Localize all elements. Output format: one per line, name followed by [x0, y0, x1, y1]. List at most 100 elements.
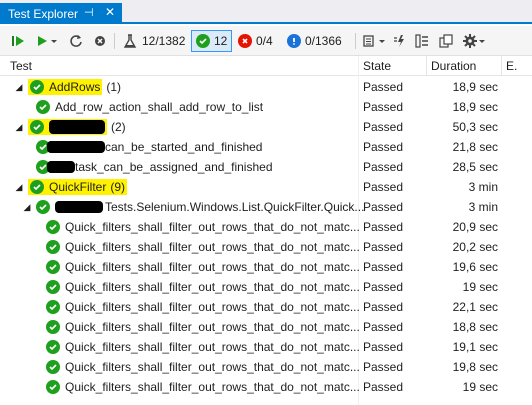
- failed-icon: [238, 34, 252, 48]
- run-all-icon: [10, 33, 26, 49]
- test-name: task_can_be_assigned_and_finished: [75, 160, 273, 174]
- refresh-button[interactable]: [68, 30, 84, 52]
- cancel-run-button[interactable]: [92, 30, 108, 52]
- tab-strip: Test Explorer ⊣ ✕: [0, 0, 532, 24]
- test-duration: 19,1 sec: [452, 340, 498, 354]
- failed-count: 0/4: [256, 34, 273, 48]
- test-name: Quick_filters_shall_filter_out_rows_that…: [65, 240, 360, 254]
- tree-row-test[interactable]: Quick_filters_shall_filter_out_rows_that…: [0, 337, 532, 357]
- column-test[interactable]: Test: [6, 56, 359, 76]
- group-count: (1): [106, 80, 122, 94]
- tree-row-test[interactable]: Quick_filters_shall_filter_out_rows_that…: [0, 237, 532, 257]
- tree-row-test[interactable]: Quick_filters_shall_filter_out_rows_that…: [0, 357, 532, 377]
- test-name: Tests.Selenium.Windows.List.QuickFilter.…: [105, 200, 365, 214]
- tree-row-test[interactable]: Quick_filters_shall_filter_out_rows_that…: [0, 257, 532, 277]
- tree-row-test[interactable]: Quick_filters_shall_filter_out_rows_that…: [0, 297, 532, 317]
- redacted-name: [47, 141, 105, 153]
- test-duration: 3 min: [468, 180, 498, 194]
- test-duration: 50,3 sec: [452, 120, 498, 134]
- tree-row-test[interactable]: Quick_filters_shall_filter_out_rows_that…: [0, 377, 532, 397]
- expand-arrow-icon[interactable]: ◢: [22, 202, 32, 213]
- test-state: Passed: [363, 340, 404, 354]
- play-icon: [34, 33, 50, 49]
- test-duration: 22,1 sec: [452, 300, 498, 314]
- pin-icon[interactable]: ⊣: [84, 6, 94, 19]
- tree-row-test[interactable]: Add_row_action_shall_add_row_to_list Pas…: [0, 97, 532, 117]
- tree-row-quickfilter[interactable]: ◢ QuickFilter (9) Passed 3 min: [0, 177, 532, 197]
- playlist-button[interactable]: [362, 30, 386, 52]
- copy-button[interactable]: [438, 30, 454, 52]
- test-duration: 21,8 sec: [452, 140, 498, 154]
- test-state: Passed: [363, 120, 404, 134]
- lightning-icon: [392, 33, 408, 49]
- all-tests-filter-button[interactable]: 12/1382: [122, 30, 185, 52]
- test-name: Quick_filters_shall_filter_out_rows_that…: [65, 360, 360, 374]
- dropdown-arrow-icon: [378, 33, 386, 49]
- not-run-filter-button[interactable]: 0/1366: [287, 30, 342, 52]
- passed-icon: [36, 200, 50, 214]
- expand-arrow-icon[interactable]: ◢: [14, 82, 24, 93]
- column-e[interactable]: E.: [502, 56, 532, 76]
- passed-filter-button[interactable]: 12: [191, 30, 233, 52]
- test-state: Passed: [363, 180, 404, 194]
- passed-icon: [46, 300, 60, 314]
- run-after-build-button[interactable]: [392, 30, 408, 52]
- column-state[interactable]: State: [359, 56, 427, 76]
- expand-arrow-icon[interactable]: ◢: [14, 182, 24, 193]
- not-run-count: 0/1366: [305, 34, 342, 48]
- test-name: Quick_filters_shall_filter_out_rows_that…: [65, 220, 360, 234]
- test-duration: 19 sec: [462, 280, 498, 294]
- run-all-button[interactable]: [10, 30, 26, 52]
- copy-icon: [438, 33, 454, 49]
- dropdown-arrow-icon: [478, 33, 486, 49]
- redacted-name: [55, 201, 103, 213]
- group-count: (9): [110, 180, 126, 194]
- passed-icon: [196, 34, 210, 48]
- tab-title: Test Explorer: [8, 6, 79, 21]
- tree-row-test[interactable]: Quick_filters_shall_filter_out_rows_that…: [0, 217, 532, 237]
- test-state: Passed: [363, 280, 404, 294]
- group-name: QuickFilter: [49, 180, 107, 194]
- passed-icon: [46, 320, 60, 334]
- passed-icon: [46, 340, 60, 354]
- tree-row-test[interactable]: Quick_filters_shall_filter_out_rows_that…: [0, 317, 532, 337]
- tree-row-test[interactable]: task_can_be_assigned_and_finished Passed…: [0, 157, 532, 177]
- group-by-button[interactable]: [414, 30, 430, 52]
- test-state: Passed: [363, 240, 404, 254]
- passed-icon: [30, 80, 44, 94]
- tree-row-addrows[interactable]: ◢ AddRows (1) Passed 18,9 sec: [0, 77, 532, 97]
- tree-row-test[interactable]: Quick_filters_shall_filter_out_rows_that…: [0, 277, 532, 297]
- test-state: Passed: [363, 100, 404, 114]
- test-name: Quick_filters_shall_filter_out_rows_that…: [65, 260, 360, 274]
- failed-filter-button[interactable]: 0/4: [238, 30, 273, 52]
- passed-icon: [46, 240, 60, 254]
- test-name: Quick_filters_shall_filter_out_rows_that…: [65, 320, 360, 334]
- run-button[interactable]: [34, 30, 58, 52]
- passed-icon: [46, 220, 60, 234]
- test-duration: 20,9 sec: [452, 220, 498, 234]
- test-name: can_be_started_and_finished: [105, 140, 263, 154]
- test-duration: 18,9 sec: [452, 80, 498, 94]
- test-duration: 19 sec: [462, 380, 498, 394]
- tree-row-test[interactable]: can_be_started_and_finished Passed 21,8 …: [0, 137, 532, 157]
- test-name: Quick_filters_shall_filter_out_rows_that…: [65, 280, 360, 294]
- test-duration: 18,9 sec: [452, 100, 498, 114]
- redacted-name: [49, 120, 105, 134]
- tree-row-class[interactable]: ◢ Tests.Selenium.Windows.List.QuickFilte…: [0, 197, 532, 217]
- group-name: AddRows: [49, 80, 101, 94]
- passed-icon: [46, 280, 60, 294]
- test-duration: 19,8 sec: [452, 360, 498, 374]
- close-icon[interactable]: ✕: [105, 5, 115, 19]
- refresh-icon: [68, 33, 84, 49]
- column-header: Test State Duration E.: [0, 56, 532, 76]
- expand-arrow-icon[interactable]: ◢: [14, 122, 24, 133]
- settings-button[interactable]: [462, 30, 486, 52]
- group-by-icon: [414, 33, 430, 49]
- test-state: Passed: [363, 260, 404, 274]
- tab-test-explorer[interactable]: Test Explorer ⊣ ✕: [0, 3, 122, 24]
- test-state: Passed: [363, 320, 404, 334]
- passed-icon: [30, 120, 44, 134]
- redacted-name: [47, 161, 75, 173]
- tree-row-redacted-group[interactable]: ◢ (2) Passed 50,3 sec: [0, 117, 532, 137]
- column-duration[interactable]: Duration: [427, 56, 502, 76]
